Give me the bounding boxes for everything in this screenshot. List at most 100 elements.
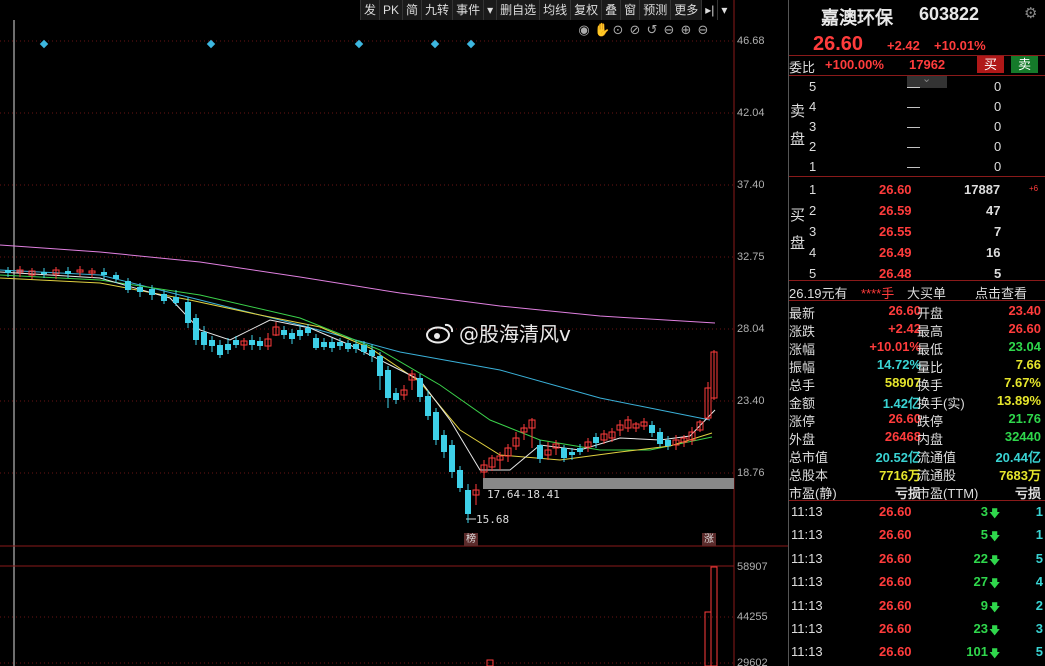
toolbar-button-6[interactable]: 删自选 xyxy=(496,0,540,20)
sell-volume: 0 xyxy=(994,79,1002,94)
quote-row: 总股本 7716万 流通股 7683万 xyxy=(789,464,1045,483)
sell-level: 3 xyxy=(809,119,817,134)
quote-value-2: 7.67% xyxy=(1004,375,1041,390)
trade-price: 26.60 xyxy=(879,644,912,660)
buy-row: 4 26.49 16 xyxy=(789,244,1045,263)
buy-price: 26.48 xyxy=(879,266,912,281)
chart-tool-icon-7[interactable]: ⊖ xyxy=(696,22,710,38)
trade-count: 3 xyxy=(1035,621,1043,636)
stock-code: 603822 xyxy=(919,4,980,24)
toolbar-button-14[interactable]: ▾ xyxy=(717,0,731,20)
arrow-down-icon: 🡇 xyxy=(989,625,1001,637)
toolbar-button-2[interactable]: 简 xyxy=(402,0,422,20)
toolbar-button-12[interactable]: 更多 xyxy=(670,0,702,20)
trade-time: 11:13 xyxy=(791,527,823,543)
quote-value-2: 23.40 xyxy=(1008,303,1041,318)
trade-count: 1 xyxy=(1035,504,1043,519)
toolbar-button-0[interactable]: 发 xyxy=(360,0,380,20)
toolbar-button-4[interactable]: 事件 xyxy=(452,0,484,20)
sell-volume: 0 xyxy=(994,99,1002,114)
quote-row: 外盘 26468 内盘 32440 xyxy=(789,428,1045,447)
buy-volume: 7 xyxy=(994,224,1002,239)
chart-toolbar: 发 PK 简九转 事件 ▾ 删自选 均线 复权叠窗预测 更多 ▸| ▾ xyxy=(360,0,731,20)
chart-tool-icon-1[interactable]: ✋ xyxy=(594,22,610,38)
price-tick: 46.68 xyxy=(737,35,765,47)
toolbar-button-10[interactable]: 窗 xyxy=(620,0,640,20)
sell-volume: 0 xyxy=(994,139,1002,154)
volume-tick: 58907 xyxy=(737,561,768,573)
trade-row: 11:13 26.60 5 🡇 1 xyxy=(789,526,1045,545)
toolbar-button-7[interactable]: 均线 xyxy=(539,0,571,20)
kline-chart-area[interactable]: 发 PK 简九转 事件 ▾ 删自选 均线 复权叠窗预测 更多 ▸| ▾ ◉ ✋ ⊙ ⊘ ↺ ⊖ ⊕ ⊖ 46.68… xyxy=(0,0,788,666)
chart-tool-icon-5[interactable]: ⊖ xyxy=(662,22,676,38)
buy-price: 26.49 xyxy=(879,245,912,260)
trade-volume: 3 xyxy=(980,504,988,519)
buy-price: 26.60 xyxy=(879,182,912,197)
sell-row: 1 — 0 xyxy=(789,158,1045,177)
toolbar-button-8[interactable]: 复权 xyxy=(570,0,602,20)
chart-tool-icon-3[interactable]: ⊘ xyxy=(628,22,642,38)
trade-time: 11:13 xyxy=(791,574,823,590)
trade-price: 26.60 xyxy=(879,574,912,590)
sell-price: — xyxy=(907,99,920,114)
trade-time: 11:13 xyxy=(791,550,823,566)
arrow-down-icon: 🡇 xyxy=(989,508,1001,520)
quote-row: 涨跌 +2.42 最高 26.60 xyxy=(789,320,1045,339)
trade-price: 26.60 xyxy=(879,527,912,543)
buy-button[interactable]: 买 xyxy=(977,56,1005,73)
volume-tick: 44255 xyxy=(737,611,768,623)
trade-price: 26.60 xyxy=(879,621,912,636)
quote-row: 涨停 26.60 跌停 21.76 xyxy=(789,410,1045,429)
quote-value-2: 32440 xyxy=(1004,429,1041,444)
buy-volume: 47 xyxy=(986,203,1001,218)
price-tick: 42.04 xyxy=(737,107,765,119)
moving-average-lines xyxy=(0,244,716,471)
toolbar-button-11[interactable]: 预测 xyxy=(639,0,671,20)
toolbar-button-1[interactable]: PK xyxy=(379,0,403,20)
chart-grid xyxy=(0,0,788,666)
arrow-down-icon: 🡇 xyxy=(989,578,1001,591)
toolbar-button-9[interactable]: 叠 xyxy=(601,0,621,20)
sell-price: — xyxy=(907,159,920,174)
toolbar-button-3[interactable]: 九转 xyxy=(421,0,453,20)
trade-price: 26.60 xyxy=(879,550,912,566)
tag-zhang[interactable]: 涨 xyxy=(702,533,716,546)
sell-volume: 0 xyxy=(994,159,1002,174)
toolbar-button-5[interactable]: ▾ xyxy=(483,0,497,20)
trade-volume: 27 xyxy=(973,574,988,590)
gear-icon[interactable]: ⚙ xyxy=(1024,4,1037,22)
watermark: @股海清风v xyxy=(425,318,571,347)
quote-row: 最新 26.60 开盘 23.40 xyxy=(789,302,1045,321)
trade-row: 11:13 26.60 9 🡇 2 xyxy=(789,597,1045,616)
buy-row: 1 26.60 17887 +6 xyxy=(789,181,1045,200)
arrow-down-icon: 🡇 xyxy=(989,648,1001,661)
kline-chart[interactable] xyxy=(0,0,788,666)
price-row: 26.60 +2.42 +10.01% xyxy=(789,32,1045,55)
quote-value-2: 26.60 xyxy=(1008,321,1041,336)
price-tick: 28.04 xyxy=(737,323,765,335)
buy-row: 2 26.59 47 xyxy=(789,202,1045,221)
chart-tool-icon-0[interactable]: ◉ xyxy=(577,22,591,38)
chart-tool-icon-6[interactable]: ⊕ xyxy=(679,22,693,38)
quote-value-2: 7.66 xyxy=(1015,357,1041,372)
toolbar-button-13[interactable]: ▸| xyxy=(701,0,718,20)
quote-row: 市盈(静) 亏损 市盈(TTM) 亏损 xyxy=(789,482,1045,501)
arrow-down-icon: 🡇 xyxy=(989,531,1001,544)
sell-level: 5 xyxy=(809,79,817,94)
trade-count: 1 xyxy=(1035,527,1043,543)
chart-tool-icon-4[interactable]: ↺ xyxy=(645,22,659,38)
quote-row: 振幅 14.72% 量比 7.66 xyxy=(789,356,1045,375)
trade-volume: 101 xyxy=(966,644,988,660)
sell-button[interactable]: 卖 xyxy=(1011,56,1039,73)
price-tick: 23.40 xyxy=(737,395,765,407)
tag-bang[interactable]: 榜 xyxy=(464,533,478,546)
price-change-pct: +10.01% xyxy=(934,38,986,53)
chart-tools: ◉ ✋ ⊙ ⊘ ↺ ⊖ ⊕ ⊖ xyxy=(577,22,710,38)
buy-level: 4 xyxy=(809,245,817,260)
range-label: 17.64-18.41 xyxy=(487,488,560,501)
sell-price: — xyxy=(907,139,920,154)
chart-tool-icon-2[interactable]: ⊙ xyxy=(611,22,625,38)
trade-volume: 23 xyxy=(973,621,988,636)
trade-count: 5 xyxy=(1035,550,1043,566)
buy-row: 3 26.55 7 xyxy=(789,223,1045,242)
